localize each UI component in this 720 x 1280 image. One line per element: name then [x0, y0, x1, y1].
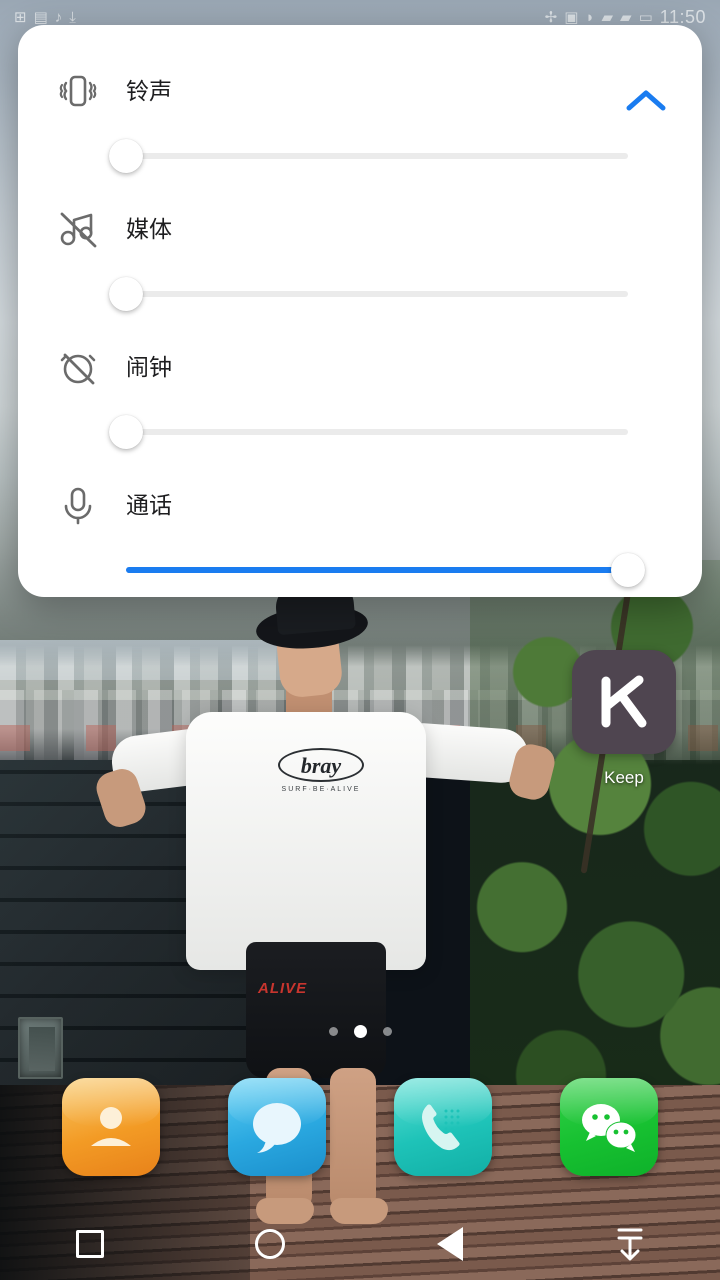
app-label-keep: Keep: [604, 768, 644, 787]
back-button[interactable]: [360, 1227, 540, 1261]
tshirt-logo-subtext: SURF·BE·ALIVE: [281, 786, 361, 793]
vibrate-icon: [52, 65, 104, 117]
slider-thumb[interactable]: [109, 139, 143, 173]
tshirt-logo-icon: bray: [278, 748, 364, 782]
volume-slider-media[interactable]: [109, 277, 628, 311]
navigation-bar: [0, 1208, 720, 1280]
shorts-print: ALIVE: [258, 980, 308, 997]
microphone-icon: [52, 479, 104, 531]
volume-panel: 铃声 媒体 闹钟 通话: [18, 25, 702, 597]
screenshot-icon: ⊞: [14, 8, 27, 26]
status-bar-left-icons: ⊞ ▤ ♪ ⤓: [14, 10, 76, 25]
notification-shade-button[interactable]: [540, 1225, 720, 1263]
gallery-icon: ▤: [33, 8, 48, 26]
volume-label-ringtone: 铃声: [126, 78, 172, 104]
volume-label-call: 通话: [126, 492, 172, 518]
dock-icon-phone[interactable]: [394, 1078, 492, 1176]
person-shorts: [246, 942, 386, 1078]
bluetooth-icon: ✢: [544, 8, 558, 26]
square-icon: [76, 1230, 104, 1258]
dock-icon-contacts[interactable]: [62, 1078, 160, 1176]
circle-icon: [255, 1229, 285, 1259]
alarm-off-icon: [52, 341, 104, 393]
dock-icon-messages[interactable]: [228, 1078, 326, 1176]
page-indicator: [0, 1022, 720, 1040]
download-icon: ⤓: [69, 8, 76, 26]
volume-slider-alarm[interactable]: [109, 415, 628, 449]
volume-label-alarm: 闹钟: [126, 354, 172, 380]
slider-thumb[interactable]: [109, 277, 143, 311]
slider-thumb[interactable]: [109, 415, 143, 449]
page-dot[interactable]: [328, 1026, 338, 1036]
wifi-icon: ◗: [585, 8, 595, 26]
signal-icon: ▰: [601, 8, 614, 26]
volume-slider-ringtone[interactable]: [109, 139, 628, 173]
battery-icon: ▭: [638, 8, 653, 26]
dock: [0, 1078, 720, 1176]
volume-row-alarm: 闹钟: [18, 307, 702, 450]
slider-track: [126, 429, 628, 435]
keep-k-logo-icon: [572, 650, 676, 754]
home-button[interactable]: [180, 1229, 360, 1259]
app-icon-keep[interactable]: Keep: [572, 650, 676, 788]
volume-row-media: 媒体: [18, 169, 702, 312]
double-line-down-arrow-icon: [617, 1228, 643, 1261]
volume-slider-call[interactable]: [126, 553, 645, 587]
slider-thumb[interactable]: [611, 553, 645, 587]
page-dot[interactable]: [382, 1026, 392, 1036]
volume-label-media: 媒体: [126, 216, 172, 242]
volume-row-call: 通话: [18, 445, 702, 588]
page-dot-active[interactable]: [353, 1024, 367, 1038]
volume-row-ringtone: 铃声: [18, 31, 702, 174]
recents-button[interactable]: [0, 1230, 180, 1258]
music-off-icon: [52, 203, 104, 255]
signal2-icon: ▰: [620, 8, 632, 26]
slider-track: [126, 153, 628, 159]
slider-track: [126, 291, 628, 297]
dock-icon-wechat[interactable]: [560, 1078, 658, 1176]
slider-fill: [126, 567, 628, 573]
triangle-left-icon: [437, 1227, 463, 1261]
sim-icon: ▣: [564, 8, 579, 26]
music-icon: ♪: [54, 8, 63, 26]
